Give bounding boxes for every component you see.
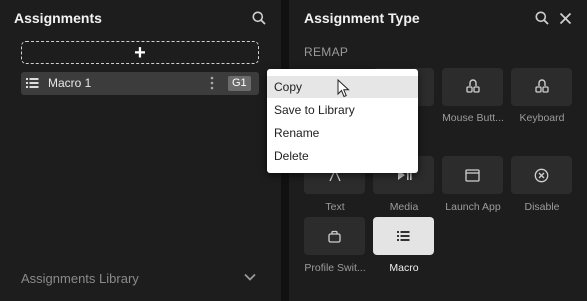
- tile-label: Macro: [389, 262, 419, 274]
- macro-label: Macro 1: [48, 76, 92, 90]
- search-icon[interactable]: [533, 9, 551, 27]
- profile-icon: [328, 230, 341, 243]
- tile-macro[interactable]: [373, 217, 434, 255]
- window-icon: [465, 168, 480, 182]
- list-icon: [397, 231, 410, 241]
- close-icon[interactable]: [556, 9, 574, 27]
- tile-label: Launch App: [445, 201, 501, 213]
- add-assignment-button[interactable]: +: [21, 41, 259, 64]
- plus-icon: +: [134, 41, 146, 64]
- list-icon: [26, 78, 39, 88]
- tile-keyboard[interactable]: [511, 68, 572, 106]
- macro-row[interactable]: Macro 1 G1: [21, 72, 259, 95]
- assignments-library-label[interactable]: Assignments Library: [21, 271, 139, 286]
- tile-mouse-button[interactable]: [442, 68, 503, 106]
- tile-profile-switch[interactable]: [304, 217, 365, 255]
- search-icon[interactable]: [250, 9, 268, 27]
- tile-label: Mouse Butt...: [442, 112, 504, 124]
- mouse-cursor-icon: [337, 79, 350, 98]
- tile-label: Media: [389, 201, 419, 213]
- tile-launch-app[interactable]: [442, 156, 503, 194]
- keyboard-icon: [534, 79, 549, 93]
- tile-label: Keyboard: [519, 112, 565, 124]
- assignments-title: Assignments: [14, 10, 102, 26]
- assignments-panel: Assignments + Macro 1 G1 Assignments Lib…: [0, 0, 281, 301]
- menu-item-rename[interactable]: Rename: [267, 122, 418, 144]
- remap-section-label: REMAP: [304, 45, 349, 59]
- menu-item-delete[interactable]: Delete: [267, 145, 418, 167]
- key-badge: G1: [228, 76, 251, 91]
- disable-icon: [534, 168, 549, 182]
- tile-label: Text: [325, 201, 345, 213]
- menu-item-save-to-library[interactable]: Save to Library: [267, 99, 418, 121]
- tile-label: Profile Swit...: [304, 262, 366, 274]
- tile-label: Disable: [524, 201, 560, 213]
- mouse-icon: [465, 79, 480, 93]
- chevron-down-icon[interactable]: [244, 273, 256, 281]
- tile-disable[interactable]: [511, 156, 572, 194]
- assignment-type-title: Assignment Type: [304, 10, 420, 26]
- kebab-icon[interactable]: [209, 76, 215, 90]
